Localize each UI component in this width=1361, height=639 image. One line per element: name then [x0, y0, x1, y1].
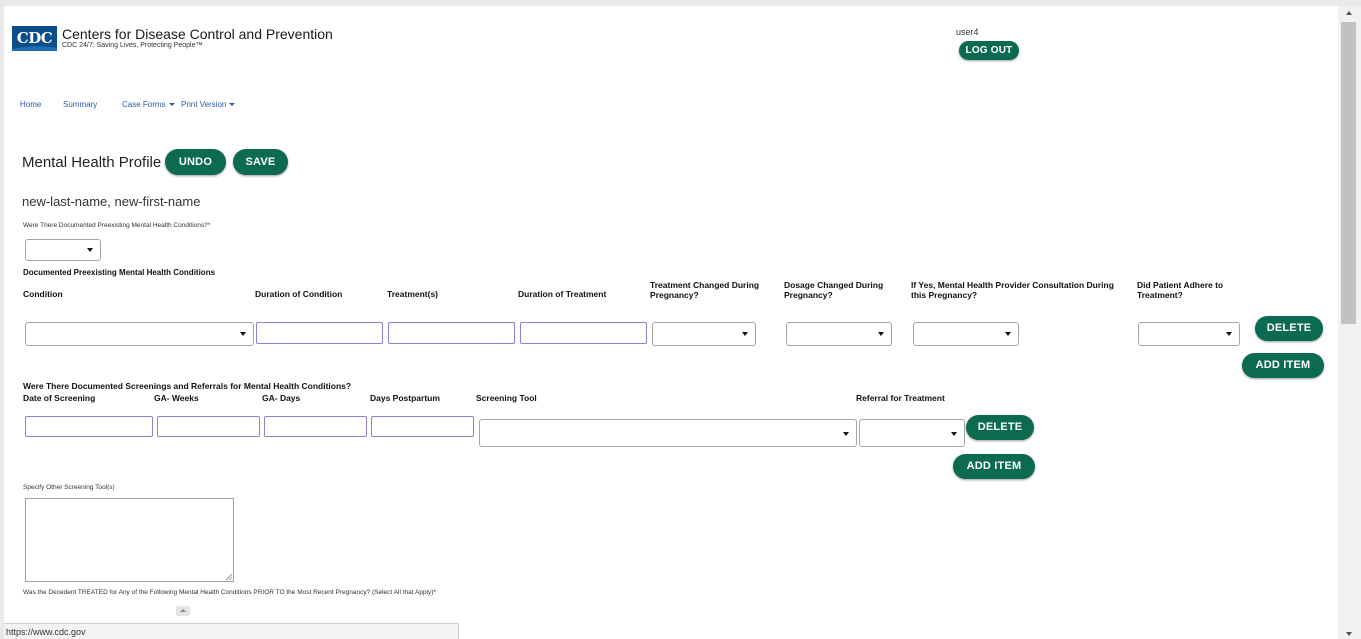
conditions-delete-button[interactable]: DELETE [1255, 316, 1323, 341]
list-scroll-up-button[interactable] [176, 606, 190, 616]
caret-down-icon [168, 103, 175, 107]
screenings-delete-button[interactable]: DELETE [966, 415, 1034, 440]
col-ga-days: GA- Days [262, 393, 301, 403]
col-duration-treatment: Duration of Treatment [518, 289, 607, 299]
col-provider-consultation: If Yes, Mental Health Provider Consultat… [911, 280, 1114, 300]
duration-condition-input[interactable] [256, 322, 383, 344]
nav-case-forms[interactable]: Case Forms [122, 100, 175, 109]
treatment-changed-select[interactable] [652, 322, 756, 346]
caret-down-icon [229, 103, 236, 107]
status-bar-url: https://www.cdc.gov [4, 623, 459, 639]
col-condition: Condition [23, 289, 63, 299]
dropdown-arrow-icon [951, 432, 957, 436]
nav-print-version[interactable]: Print Version [181, 100, 236, 109]
dropdown-arrow-icon [1005, 332, 1011, 336]
dropdown-arrow-icon [87, 248, 93, 252]
screening-tool-select[interactable] [479, 419, 857, 447]
col-date-screening: Date of Screening [23, 393, 96, 403]
resize-grip-icon[interactable] [226, 574, 232, 580]
cdc-logo[interactable]: CDC [12, 26, 57, 51]
date-screening-input[interactable] [25, 416, 153, 437]
col-screening-tool: Screening Tool [476, 393, 537, 403]
condition-select[interactable] [25, 322, 254, 346]
conditions-add-item-button[interactable]: ADD ITEM [1242, 353, 1324, 378]
nav-summary[interactable]: Summary [63, 100, 97, 109]
adhere-treatment-select[interactable] [1138, 322, 1240, 346]
dosage-changed-select[interactable] [786, 322, 892, 346]
nav-home[interactable]: Home [20, 100, 41, 109]
vertical-scrollbar[interactable] [1338, 6, 1361, 639]
scrollbar-thumb[interactable] [1341, 22, 1356, 324]
preexisting-question-label: Were There Documented Preexisting Mental… [23, 222, 211, 229]
col-duration-condition: Duration of Condition [255, 289, 343, 299]
treated-prior-question-label: Was the Decedent TREATED for Any of the … [23, 589, 436, 596]
duration-treatment-input[interactable] [520, 322, 647, 344]
nav-case-forms-label: Case Forms [122, 100, 166, 109]
col-treatment-changed: Treatment Changed During Pregnancy? [650, 280, 760, 300]
dropdown-arrow-icon [843, 432, 849, 436]
days-postpartum-input[interactable] [371, 416, 474, 437]
treatments-input[interactable] [388, 322, 515, 344]
dropdown-arrow-icon [742, 332, 748, 336]
dropdown-arrow-icon [878, 332, 884, 336]
user-name: user4 [956, 27, 979, 37]
tagline: CDC 24/7: Saving Lives, Protecting Peopl… [62, 42, 203, 49]
logo-swoosh-icon [12, 46, 57, 51]
nav-print-version-label: Print Version [181, 100, 227, 109]
col-days-postpartum: Days Postpartum [370, 393, 440, 403]
preexisting-select[interactable] [25, 239, 101, 261]
decedent-name: new-last-name, new-first-name [22, 194, 201, 209]
preexisting-section-label: Documented Preexisting Mental Health Con… [23, 268, 216, 277]
page-title: Mental Health Profile [22, 154, 162, 171]
scroll-up-arrow-icon[interactable] [1346, 11, 1352, 15]
page-content: CDC Centers for Disease Control and Prev… [4, 6, 1338, 639]
scroll-down-arrow-icon[interactable] [1346, 632, 1352, 636]
undo-button[interactable]: UNDO [165, 149, 226, 175]
screenings-section-label: Were There Documented Screenings and Ref… [23, 381, 352, 391]
logout-button[interactable]: LOG OUT [959, 41, 1019, 60]
provider-consultation-select[interactable] [913, 322, 1019, 346]
referral-treatment-select[interactable] [859, 419, 965, 447]
ga-days-input[interactable] [264, 416, 367, 437]
col-treatments: Treatment(s) [387, 289, 439, 299]
col-dosage-changed: Dosage Changed During Pregnancy? [784, 280, 884, 300]
org-name: Centers for Disease Control and Preventi… [62, 26, 333, 42]
screenings-add-item-button[interactable]: ADD ITEM [953, 454, 1035, 479]
dropdown-arrow-icon [240, 332, 246, 336]
save-button[interactable]: SAVE [233, 149, 288, 175]
col-adhere-treatment: Did Patient Adhere to Treatment? [1137, 280, 1224, 300]
col-referral-treatment: Referral for Treatment [856, 393, 945, 403]
ga-weeks-input[interactable] [157, 416, 260, 437]
dropdown-arrow-icon [1226, 332, 1232, 336]
arrow-up-icon [180, 609, 186, 612]
col-ga-weeks: GA- Weeks [154, 393, 199, 403]
other-tool-label: Specify Other Screening Tool(s) [23, 484, 115, 491]
other-tool-textarea[interactable] [25, 498, 234, 582]
